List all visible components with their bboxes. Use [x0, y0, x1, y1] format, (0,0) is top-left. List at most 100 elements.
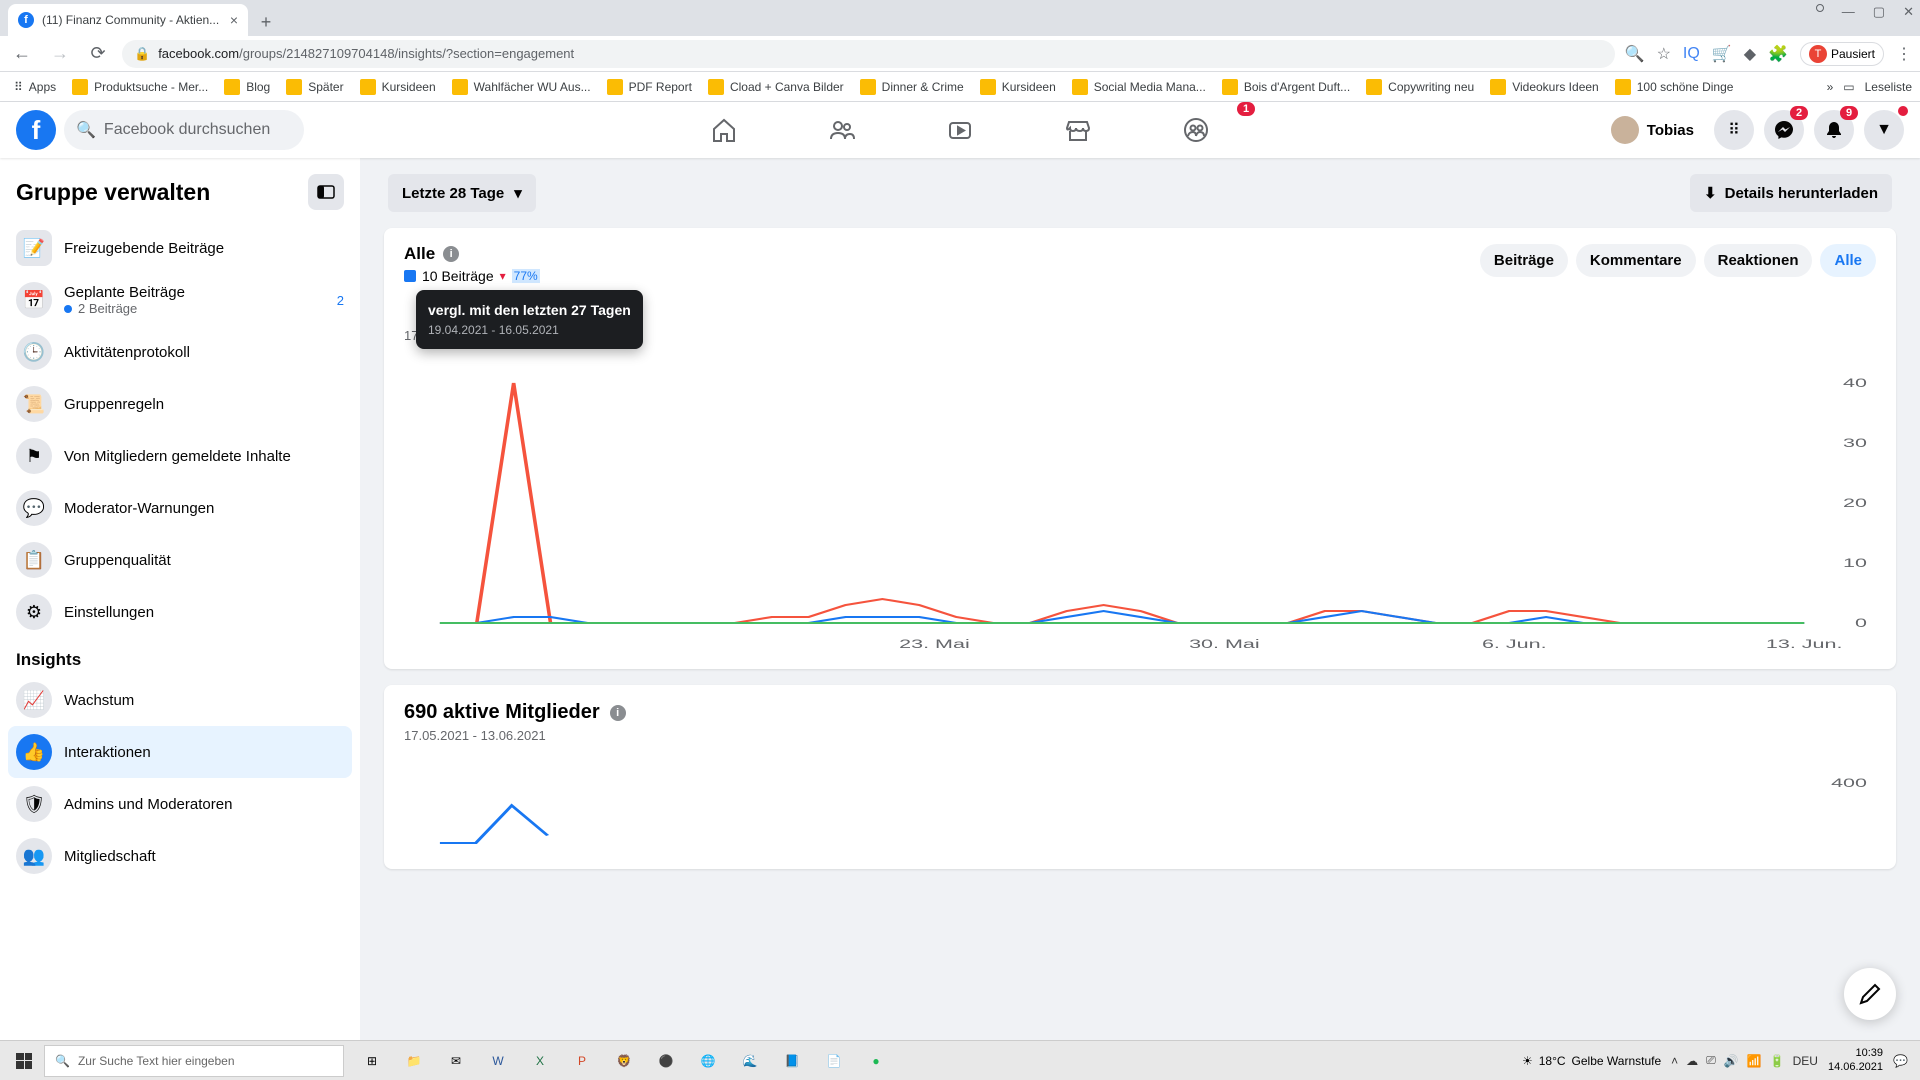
bookmark-item[interactable]: Videokurs Ideen — [1484, 77, 1605, 97]
nav-groups-icon[interactable]: 1 — [1141, 106, 1251, 154]
battery-icon[interactable]: 🔋 — [1770, 1054, 1785, 1068]
cloud-icon[interactable]: ☁ — [1686, 1054, 1698, 1068]
iq-extension-icon[interactable]: IQ — [1683, 45, 1700, 63]
sidebar-icon: ⚙ — [16, 594, 52, 630]
language-indicator[interactable]: DEU — [1793, 1054, 1818, 1068]
reading-list-button[interactable]: Leseliste — [1865, 80, 1912, 94]
bookmark-item[interactable]: Blog — [218, 77, 276, 97]
compose-fab[interactable] — [1844, 968, 1896, 1020]
edge-icon[interactable]: 🌊 — [730, 1043, 770, 1079]
start-button[interactable] — [4, 1043, 44, 1079]
nav-marketplace-icon[interactable] — [1023, 106, 1133, 154]
legend-posts-label: 10 Beiträge — [422, 268, 494, 284]
bookmark-item[interactable]: Cload + Canva Bilder — [702, 77, 850, 97]
bookmark-item[interactable]: Copywriting neu — [1360, 77, 1480, 97]
taskbar-search[interactable]: 🔍 Zur Suche Text hier eingeben — [44, 1045, 344, 1077]
volume-icon[interactable]: 🔊 — [1724, 1054, 1739, 1068]
extension-icon[interactable]: ◆ — [1744, 44, 1756, 64]
trend-percent: 77% — [512, 269, 540, 283]
date-range-dropdown[interactable]: Letzte 28 Tage ▾ — [388, 174, 536, 212]
address-bar[interactable]: 🔒 facebook.com/groups/214827109704148/in… — [122, 40, 1615, 68]
task-view-icon[interactable]: ⊞ — [352, 1043, 392, 1079]
sidebar-item[interactable]: 📋Gruppenqualität — [8, 534, 352, 586]
cast-icon[interactable]: ⎚ — [1706, 1053, 1716, 1068]
tab-close-icon[interactable]: × — [230, 12, 238, 28]
metric-pill[interactable]: Alle — [1820, 244, 1876, 277]
cart-extension-icon[interactable]: 🛒 — [1712, 44, 1732, 64]
sidebar-icon: ⚑ — [16, 438, 52, 474]
sidebar-item[interactable]: 📈Wachstum — [8, 674, 352, 726]
menu-dots-icon[interactable]: ⋮ — [1896, 44, 1912, 64]
notifications-button[interactable]: 9 — [1814, 110, 1854, 150]
facebook-logo[interactable]: f — [16, 110, 56, 150]
profile-paused-chip[interactable]: T Pausiert — [1800, 42, 1884, 66]
minimize-icon[interactable]: — — [1842, 4, 1855, 20]
bookmark-item[interactable]: Kursideen — [974, 77, 1062, 97]
sidebar-item[interactable]: 📝Freizugebende Beiträge — [8, 222, 352, 274]
new-tab-button[interactable]: + — [252, 8, 280, 36]
close-window-icon[interactable]: ✕ — [1903, 4, 1914, 20]
sidebar-item[interactable]: 👥Mitgliedschaft — [8, 830, 352, 882]
reload-icon[interactable]: ⟳ — [84, 43, 112, 64]
sidebar-item[interactable]: ⚙Einstellungen — [8, 586, 352, 638]
bookmark-item[interactable]: PDF Report — [601, 77, 698, 97]
brave-icon[interactable]: 🦁 — [604, 1043, 644, 1079]
excel-icon[interactable]: X — [520, 1043, 560, 1079]
nav-friends-icon[interactable] — [787, 106, 897, 154]
tray-chevron-icon[interactable]: ˄ — [1671, 1054, 1678, 1068]
download-icon: ⬇ — [1704, 184, 1717, 202]
bookmark-item[interactable]: Produktsuche - Mer... — [66, 77, 214, 97]
obs-icon[interactable]: ⚫ — [646, 1043, 686, 1079]
sidebar-item[interactable]: 👍Interaktionen — [8, 726, 352, 778]
bookmark-item[interactable]: Wahlfächer WU Aus... — [446, 77, 597, 97]
sidebar-item[interactable]: 📜Gruppenregeln — [8, 378, 352, 430]
extensions-puzzle-icon[interactable]: 🧩 — [1768, 44, 1788, 64]
word-icon[interactable]: W — [478, 1043, 518, 1079]
bookmark-star-icon[interactable]: ☆ — [1657, 44, 1671, 64]
app-icon[interactable]: 📘 — [772, 1043, 812, 1079]
sidebar-item[interactable]: 🛡Admins und Moderatoren — [8, 778, 352, 830]
back-icon[interactable]: ← — [8, 43, 36, 64]
notepad-icon[interactable]: 📄 — [814, 1043, 854, 1079]
spotify-icon[interactable]: ● — [856, 1043, 896, 1079]
zoom-icon[interactable]: 🔍 — [1625, 44, 1645, 64]
maximize-icon[interactable]: ▢ — [1873, 4, 1885, 20]
mail-icon[interactable]: ✉ — [436, 1043, 476, 1079]
metric-pill[interactable]: Beiträge — [1480, 244, 1568, 277]
nav-watch-icon[interactable] — [905, 106, 1015, 154]
taskbar-clock[interactable]: 10:39 14.06.2021 — [1828, 1047, 1883, 1073]
clock-date: 14.06.2021 — [1828, 1061, 1883, 1074]
info-icon[interactable]: i — [443, 246, 459, 262]
profile-chip[interactable]: Tobias — [1607, 112, 1704, 148]
apps-shortcut[interactable]: ⠿Apps — [8, 78, 62, 96]
bookmark-item[interactable]: Dinner & Crime — [854, 77, 970, 97]
action-center-icon[interactable]: 💬 — [1893, 1054, 1908, 1068]
account-dropdown-button[interactable]: ▼ — [1864, 110, 1904, 150]
account-indicator-icon[interactable] — [1816, 4, 1824, 12]
sidebar-item[interactable]: 💬Moderator-Warnungen — [8, 482, 352, 534]
bookmarks-overflow-icon[interactable]: » — [1827, 80, 1834, 94]
nav-home-icon[interactable] — [669, 106, 779, 154]
sidebar-item[interactable]: 📅Geplante Beiträge2 Beiträge2 — [8, 274, 352, 326]
metric-pill[interactable]: Reaktionen — [1704, 244, 1813, 277]
sidebar-item[interactable]: ⚑Von Mitgliedern gemeldete Inhalte — [8, 430, 352, 482]
facebook-search[interactable]: 🔍 Facebook durchsuchen — [64, 110, 304, 150]
browser-tab[interactable]: f (11) Finanz Community - Aktien... × — [8, 4, 248, 36]
metric-pill[interactable]: Kommentare — [1576, 244, 1696, 277]
bookmark-item[interactable]: Später — [280, 77, 349, 97]
chrome-icon[interactable]: 🌐 — [688, 1043, 728, 1079]
sidebar-collapse-button[interactable] — [308, 174, 344, 210]
info-icon[interactable]: i — [610, 705, 626, 721]
powerpoint-icon[interactable]: P — [562, 1043, 602, 1079]
download-details-button[interactable]: ⬇ Details herunterladen — [1690, 174, 1892, 212]
bookmark-item[interactable]: Bois d'Argent Duft... — [1216, 77, 1356, 97]
sidebar-item[interactable]: 🕒Aktivitätenprotokoll — [8, 326, 352, 378]
bookmark-item[interactable]: Kursideen — [354, 77, 442, 97]
explorer-icon[interactable]: 📁 — [394, 1043, 434, 1079]
weather-widget[interactable]: ☀ 18°C Gelbe Warnstufe — [1522, 1054, 1661, 1068]
menu-grid-button[interactable]: ⠿ — [1714, 110, 1754, 150]
messenger-button[interactable]: 2 — [1764, 110, 1804, 150]
wifi-icon[interactable]: 📶 — [1747, 1054, 1762, 1068]
bookmark-item[interactable]: 100 schöne Dinge — [1609, 77, 1740, 97]
bookmark-item[interactable]: Social Media Mana... — [1066, 77, 1212, 97]
